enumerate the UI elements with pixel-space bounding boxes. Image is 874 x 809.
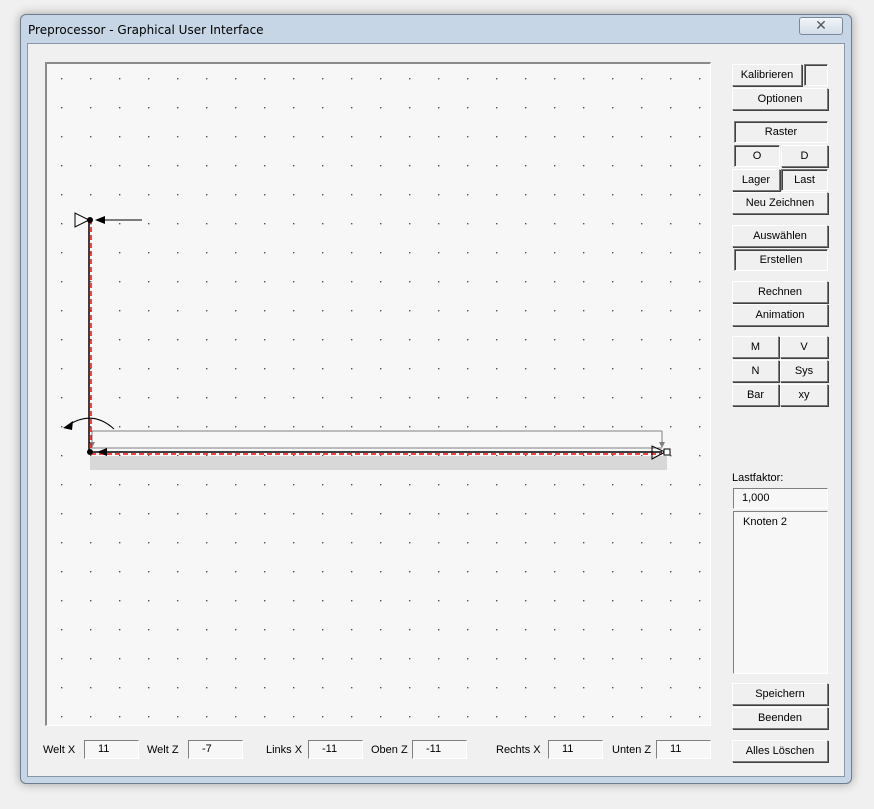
rechts-x-label: Rechts X bbox=[496, 744, 541, 756]
oben-z-label: Oben Z bbox=[371, 744, 408, 756]
sys-button[interactable]: Sys bbox=[780, 360, 828, 382]
node-listbox[interactable]: Knoten 2 bbox=[733, 511, 828, 674]
title-bar[interactable]: Preprocessor - Graphical User Interface … bbox=[21, 15, 851, 43]
node-1[interactable] bbox=[87, 217, 93, 223]
drawing-canvas[interactable] bbox=[45, 62, 711, 726]
animation-button[interactable]: Animation bbox=[732, 304, 828, 326]
rechts-x-field: 11 bbox=[548, 740, 603, 759]
xy-button[interactable]: xy bbox=[780, 384, 828, 406]
bar-button[interactable]: Bar bbox=[732, 384, 779, 406]
close-icon: ✕ bbox=[815, 18, 827, 34]
alles-loeschen-button[interactable]: Alles Löschen bbox=[732, 740, 828, 762]
speichern-button[interactable]: Speichern bbox=[732, 683, 828, 705]
unten-z-field: 11 bbox=[656, 740, 711, 759]
o-button[interactable]: O bbox=[734, 145, 780, 167]
d-button[interactable]: D bbox=[781, 145, 828, 167]
v-button[interactable]: V bbox=[780, 336, 828, 358]
close-button[interactable]: ✕ bbox=[799, 17, 843, 35]
welt-z-field: -7 bbox=[188, 740, 243, 759]
n-button[interactable]: N bbox=[732, 360, 779, 382]
window-title: Preprocessor - Graphical User Interface bbox=[28, 23, 264, 37]
welt-z-label: Welt Z bbox=[147, 744, 179, 756]
links-x-field: -11 bbox=[308, 740, 363, 759]
oben-z-field: -11 bbox=[412, 740, 467, 759]
neu-zeichnen-button[interactable]: Neu Zeichnen bbox=[732, 192, 828, 214]
load-area bbox=[90, 456, 667, 470]
lager-button[interactable]: Lager bbox=[732, 169, 780, 191]
auswaehlen-button[interactable]: Auswählen bbox=[732, 225, 828, 247]
list-item[interactable]: Knoten 2 bbox=[743, 516, 827, 532]
unten-z-label: Unten Z bbox=[612, 744, 652, 756]
fixed-support-icon bbox=[74, 212, 91, 228]
node-3[interactable] bbox=[663, 448, 671, 456]
erstellen-button[interactable]: Erstellen bbox=[734, 249, 828, 271]
client-area: Kalibrieren Optionen Raster O D Lager La… bbox=[27, 43, 845, 777]
rechnen-button[interactable]: Rechnen bbox=[732, 281, 828, 303]
raster-button[interactable]: Raster bbox=[734, 121, 828, 143]
beenden-button[interactable]: Beenden bbox=[732, 707, 828, 729]
app-window: Preprocessor - Graphical User Interface … bbox=[20, 14, 852, 784]
node-2[interactable] bbox=[87, 449, 93, 455]
kalibrieren-toggle[interactable] bbox=[804, 64, 828, 86]
links-x-label: Links X bbox=[266, 744, 303, 756]
m-button[interactable]: M bbox=[732, 336, 779, 358]
structure-layer bbox=[63, 212, 671, 470]
lastfaktor-label: Lastfaktor: bbox=[732, 472, 784, 484]
optionen-button[interactable]: Optionen bbox=[732, 88, 828, 110]
welt-x-label: Welt X bbox=[43, 744, 76, 756]
last-button[interactable]: Last bbox=[781, 169, 828, 191]
kalibrieren-button[interactable]: Kalibrieren bbox=[732, 64, 802, 86]
lastfaktor-input[interactable]: 1,000 bbox=[733, 488, 828, 509]
welt-x-field: 11 bbox=[84, 740, 139, 759]
